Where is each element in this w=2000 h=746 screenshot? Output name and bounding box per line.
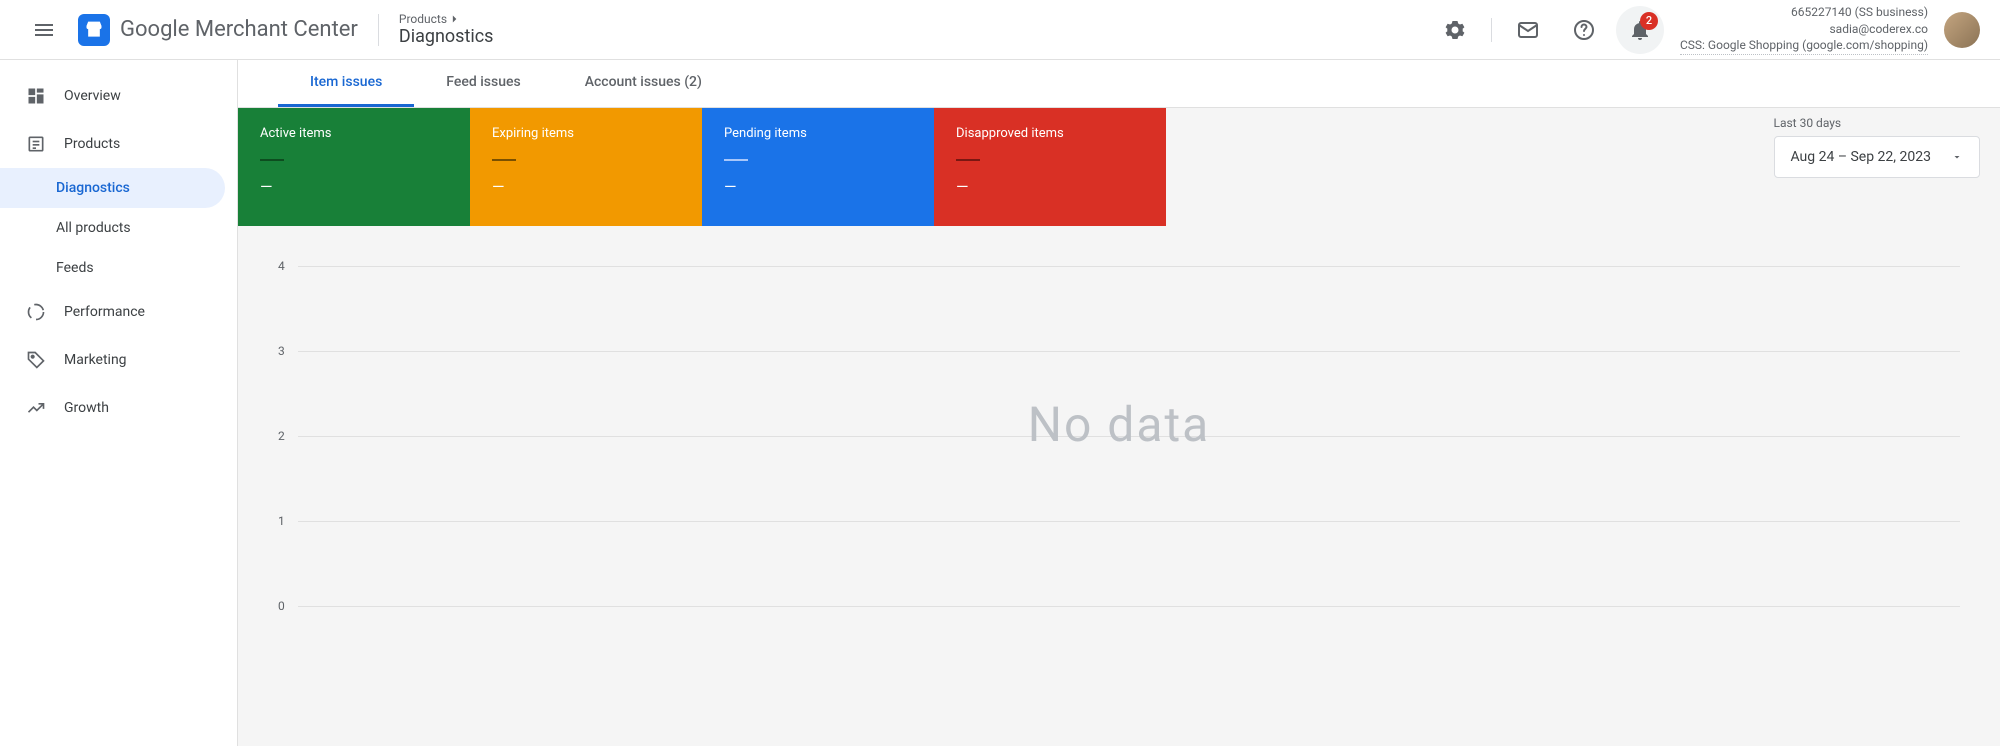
card-title: Pending items (724, 126, 912, 141)
card-value: — (260, 177, 448, 196)
tag-icon (24, 348, 48, 372)
card-indicator (956, 159, 980, 161)
nav-all-products[interactable]: All products (0, 208, 225, 248)
date-range-text: Aug 24 – Sep 22, 2023 (1791, 149, 1932, 165)
nav-feeds[interactable]: Feeds (0, 248, 225, 288)
content-area: Active items — Expiring items — Pending … (238, 108, 2000, 746)
y-tick: 3 (278, 344, 2000, 358)
card-disapproved-items[interactable]: Disapproved items — (934, 108, 1166, 226)
chart: 4 3 2 1 0 No data (238, 266, 2000, 606)
divider (1491, 18, 1492, 42)
chevron-right-icon (447, 12, 461, 26)
card-indicator (260, 159, 284, 161)
nav-label: Products (64, 136, 120, 152)
nav-label: Growth (64, 400, 109, 416)
menu-icon (32, 18, 56, 42)
help-icon (1572, 18, 1596, 42)
css-info: CSS: Google Shopping (google.com/shoppin… (1680, 37, 1928, 55)
dashboard-icon (24, 84, 48, 108)
account-id: 665227140 (SS business) (1680, 4, 1928, 21)
app-header: Google Merchant Center Products Diagnost… (0, 0, 2000, 60)
nav-label: Marketing (64, 352, 127, 368)
date-range-picker[interactable]: Aug 24 – Sep 22, 2023 (1774, 136, 1981, 178)
help-button[interactable] (1560, 6, 1608, 54)
card-expiring-items[interactable]: Expiring items — (470, 108, 702, 226)
page-title: Diagnostics (399, 26, 494, 47)
nav-growth[interactable]: Growth (0, 384, 225, 432)
divider (378, 14, 379, 46)
card-indicator (724, 159, 748, 161)
y-tick: 1 (278, 514, 2000, 528)
tabs: Item issues Feed issues Account issues (… (238, 60, 2000, 108)
performance-icon (24, 300, 48, 324)
account-email: sadia@coderex.co (1680, 21, 1928, 38)
gear-icon (1443, 18, 1467, 42)
no-data-text: No data (1028, 396, 1211, 453)
tab-item-issues[interactable]: Item issues (278, 60, 414, 107)
breadcrumb-parent: Products (399, 12, 447, 26)
header-actions: 2 (1431, 6, 1664, 54)
nav-marketing[interactable]: Marketing (0, 336, 225, 384)
dropdown-icon (1951, 151, 1963, 163)
card-title: Expiring items (492, 126, 680, 141)
date-range-area: Last 30 days Aug 24 – Sep 22, 2023 (1774, 116, 1981, 178)
nav-label: Performance (64, 304, 145, 320)
breadcrumb: Products Diagnostics (399, 12, 494, 47)
nav-diagnostics[interactable]: Diagnostics (0, 168, 225, 208)
notification-badge: 2 (1640, 12, 1658, 30)
hamburger-menu-button[interactable] (20, 6, 68, 54)
tab-account-issues[interactable]: Account issues (2) (553, 60, 734, 107)
logo[interactable]: Google Merchant Center (78, 14, 358, 46)
tab-feed-issues[interactable]: Feed issues (414, 60, 552, 107)
notifications-button[interactable]: 2 (1616, 6, 1664, 54)
settings-button[interactable] (1431, 6, 1479, 54)
nav-label: Overview (64, 88, 121, 104)
growth-icon (24, 396, 48, 420)
mail-icon (1516, 18, 1540, 42)
logo-text: Google Merchant Center (120, 17, 358, 42)
nav-label: Diagnostics (56, 180, 130, 196)
nav-overview[interactable]: Overview (0, 72, 225, 120)
date-range-label: Last 30 days (1774, 116, 1981, 130)
list-icon (24, 132, 48, 156)
y-tick: 0 (278, 599, 2000, 613)
account-info[interactable]: 665227140 (SS business) sadia@coderex.co… (1680, 4, 1928, 55)
card-title: Active items (260, 126, 448, 141)
mail-button[interactable] (1504, 6, 1552, 54)
avatar[interactable] (1944, 12, 1980, 48)
card-value: — (724, 177, 912, 196)
merchant-center-icon (78, 14, 110, 46)
card-active-items[interactable]: Active items — (238, 108, 470, 226)
y-tick: 4 (278, 259, 2000, 273)
card-indicator (492, 159, 516, 161)
status-cards: Active items — Expiring items — Pending … (238, 108, 2000, 226)
nav-label: All products (56, 220, 131, 236)
breadcrumb-parent-row[interactable]: Products (399, 12, 494, 26)
nav-performance[interactable]: Performance (0, 288, 225, 336)
sidebar: Overview Products Diagnostics All produc… (0, 60, 238, 746)
card-value: — (492, 177, 680, 196)
nav-label: Feeds (56, 260, 94, 276)
main-content: Item issues Feed issues Account issues (… (238, 60, 2000, 746)
nav-products[interactable]: Products (0, 120, 225, 168)
card-value: — (956, 177, 1144, 196)
card-pending-items[interactable]: Pending items — (702, 108, 934, 226)
card-title: Disapproved items (956, 126, 1144, 141)
